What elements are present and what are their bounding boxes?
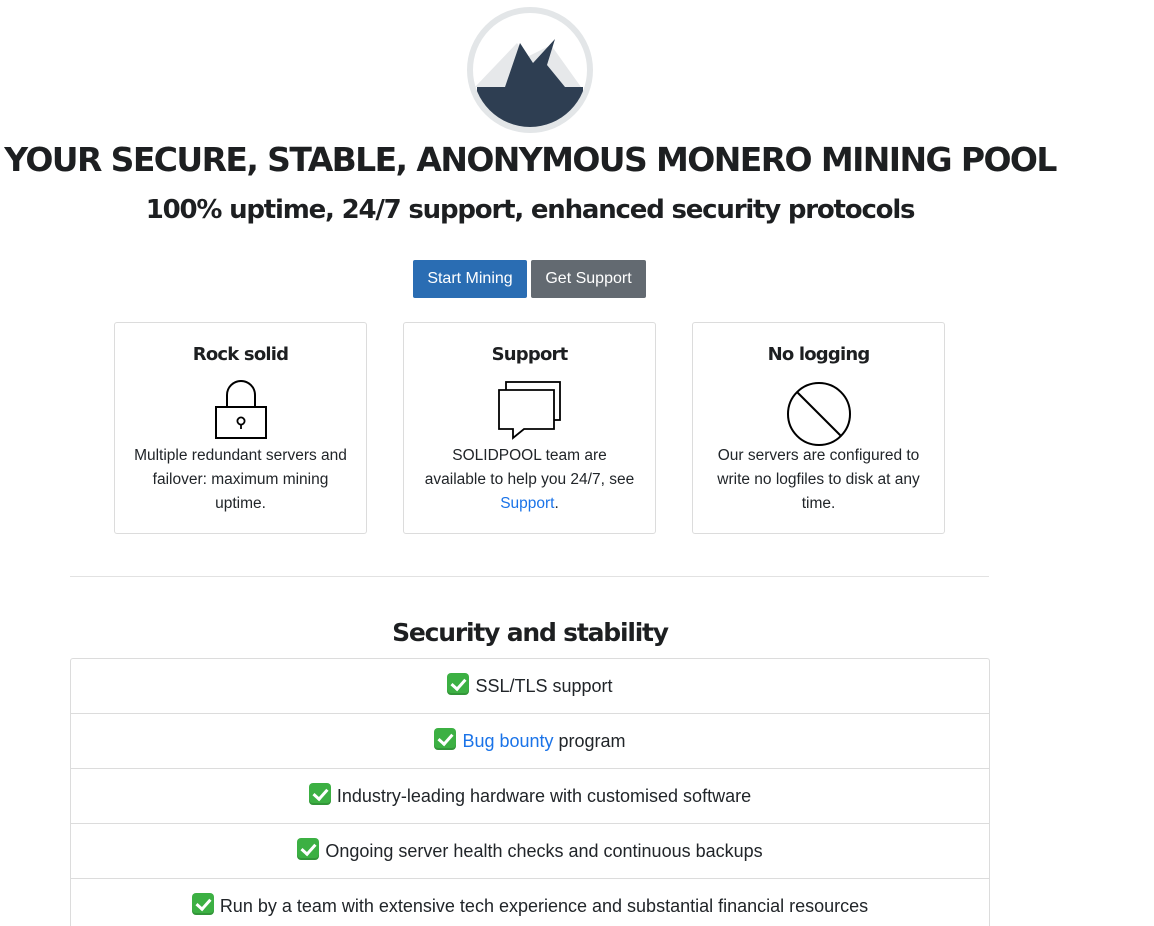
card-text-before: SOLIDPOOL team are available to help you… xyxy=(424,447,635,488)
bug-bounty-link[interactable]: Bug bounty xyxy=(462,731,553,751)
feature-card-support: Support SOLIDPOOL team are available to … xyxy=(403,322,656,534)
prohibited-icon xyxy=(786,382,851,446)
check-mark-icon xyxy=(297,838,320,860)
feature-card-no-logging: No logging Our servers are configured to… xyxy=(692,322,945,534)
list-item: Industry-leading hardware with customise… xyxy=(71,769,989,824)
list-item: Bug bounty program xyxy=(71,714,989,769)
page-subheadline: 100% uptime, 24/7 support, enhanced secu… xyxy=(145,195,916,225)
security-feature-list: SSL/TLS support Bug bounty program Indus… xyxy=(70,658,990,926)
page: YOUR SECURE, STABLE, ANONYMOUS MONERO MI… xyxy=(0,0,1154,926)
security-section-title: Security and stability xyxy=(392,618,669,647)
check-mark-icon xyxy=(434,728,457,750)
card-text: SOLIDPOOL team are available to help you… xyxy=(422,444,637,516)
card-title: Rock solid xyxy=(192,344,289,365)
list-item-text: SSL/TLS support xyxy=(475,676,613,696)
list-item: Ongoing server health checks and continu… xyxy=(71,824,989,879)
list-item-text: program xyxy=(553,731,626,751)
mountain-bird-logo-icon xyxy=(467,7,593,133)
start-mining-button[interactable]: Start Mining xyxy=(413,260,527,298)
card-text: Multiple redundant servers and failover:… xyxy=(134,447,347,512)
list-item: Run by a team with extensive tech experi… xyxy=(71,879,989,926)
support-link[interactable]: Support xyxy=(500,495,554,512)
list-item-text: Run by a team with extensive tech experi… xyxy=(219,896,869,916)
card-title: Support xyxy=(491,344,569,365)
card-text-after: . xyxy=(554,495,559,512)
list-item-text: Ongoing server health checks and continu… xyxy=(325,841,763,861)
page-headline: YOUR SECURE, STABLE, ANONYMOUS MONERO MI… xyxy=(4,140,1057,179)
chat-bubbles-icon xyxy=(497,381,561,440)
padlock-icon xyxy=(214,380,267,439)
check-mark-icon xyxy=(191,893,214,915)
check-mark-icon xyxy=(308,783,331,805)
feature-card-rock-solid: Rock solid Multiple redundant servers an… xyxy=(114,322,367,534)
section-divider xyxy=(70,576,989,577)
card-text: Our servers are configured to write no l… xyxy=(717,447,920,512)
list-item-text: Industry-leading hardware with customise… xyxy=(336,786,752,806)
card-title: No logging xyxy=(767,344,871,365)
list-item: SSL/TLS support xyxy=(71,659,989,714)
get-support-button[interactable]: Get Support xyxy=(531,260,646,298)
check-mark-icon xyxy=(447,673,470,695)
